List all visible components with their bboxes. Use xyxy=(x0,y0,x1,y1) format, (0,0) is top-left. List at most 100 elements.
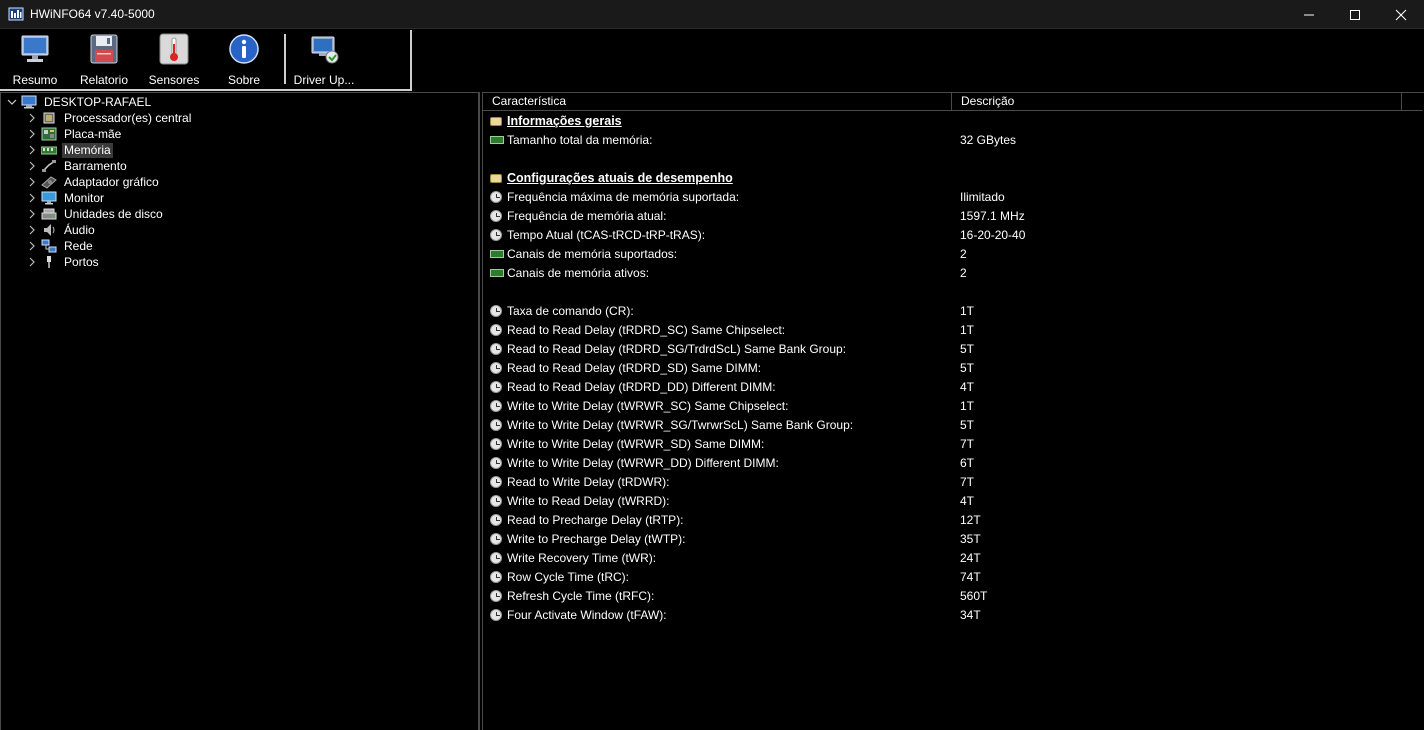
detail-row[interactable]: Taxa de comando (CR): 1T xyxy=(483,302,1423,321)
ram-icon xyxy=(490,136,504,144)
ram-icon xyxy=(490,250,504,258)
detail-row[interactable]: Write to Write Delay (tWRWR_DD) Differen… xyxy=(483,454,1423,473)
tree-item-memory[interactable]: Memória xyxy=(27,142,113,158)
expand-chevron-icon[interactable] xyxy=(27,158,37,174)
clock-icon xyxy=(490,438,502,450)
detail-row[interactable]: Row Cycle Time (tRC): 74T xyxy=(483,568,1423,587)
clock-icon xyxy=(490,476,502,488)
detail-row[interactable]: Read to Read Delay (tRDRD_SC) Same Chips… xyxy=(483,321,1423,340)
detail-row[interactable]: Read to Precharge Delay (tRTP): 12T xyxy=(483,511,1423,530)
detail-row[interactable]: Canais de memória suportados: 2 xyxy=(483,245,1423,264)
tree-item-gpu[interactable]: Adaptador gráfico xyxy=(27,174,161,190)
tree-item-monitor[interactable]: Monitor xyxy=(27,190,106,206)
column-header: Característica Descrição xyxy=(483,93,1423,111)
about-button[interactable]: Sobre xyxy=(209,32,279,88)
maximize-icon xyxy=(1350,9,1360,20)
clock-icon xyxy=(490,362,502,374)
clock-icon xyxy=(490,381,502,393)
clock-icon xyxy=(490,343,502,355)
expand-chevron-icon[interactable] xyxy=(27,126,37,142)
floppy-disk-icon xyxy=(88,33,120,65)
gpu-icon xyxy=(41,175,57,189)
clock-icon xyxy=(490,533,502,545)
tree-item-disk-drives[interactable]: Unidades de disco xyxy=(27,206,165,222)
minimize-button[interactable] xyxy=(1286,0,1332,29)
detail-row[interactable]: Write to Read Delay (tWRRD): 4T xyxy=(483,492,1423,511)
column-header-description[interactable]: Descrição xyxy=(952,93,1014,111)
detail-row[interactable]: Refresh Cycle Time (tRFC): 560T xyxy=(483,587,1423,606)
column-divider[interactable] xyxy=(1401,93,1402,111)
clock-icon xyxy=(490,210,502,222)
tree-item-bus[interactable]: Barramento xyxy=(27,158,129,174)
detail-row[interactable]: Write Recovery Time (tWR): 24T xyxy=(483,549,1423,568)
detail-row[interactable]: Frequência de memória atual: 1597.1 MHz xyxy=(483,207,1423,226)
ram-icon xyxy=(490,269,504,277)
detail-row[interactable]: Write to Write Delay (tWRWR_SD) Same DIM… xyxy=(483,435,1423,454)
speaker-icon xyxy=(41,223,57,237)
clock-icon xyxy=(490,324,502,336)
tree-item-ports[interactable]: Portos xyxy=(27,254,101,270)
clock-icon xyxy=(490,457,502,469)
close-icon xyxy=(1395,9,1407,20)
tree-item-network[interactable]: Rede xyxy=(27,238,95,254)
detail-row[interactable]: Write to Write Delay (tWRWR_SG/TwrwrScL)… xyxy=(483,416,1423,435)
clock-icon xyxy=(490,609,502,621)
clock-icon xyxy=(490,419,502,431)
expand-chevron-icon[interactable] xyxy=(27,206,37,222)
detail-row[interactable]: Four Activate Window (tFAW): 34T xyxy=(483,606,1423,625)
close-button[interactable] xyxy=(1378,0,1424,29)
title-bar: HWiNFO64 v7.40-5000 xyxy=(0,0,1424,29)
summary-button[interactable]: Resumo xyxy=(0,32,70,88)
thermometer-icon xyxy=(158,33,190,65)
detail-row[interactable]: Canais de memória ativos: 2 xyxy=(483,264,1423,283)
computer-icon xyxy=(21,95,37,109)
network-icon xyxy=(41,239,57,253)
clock-icon xyxy=(490,495,502,507)
section-icon xyxy=(490,174,502,183)
clock-icon xyxy=(490,229,502,241)
hwinfo-app-icon xyxy=(8,6,24,22)
detail-row[interactable]: Write to Write Delay (tWRWR_SC) Same Chi… xyxy=(483,397,1423,416)
expand-chevron-icon[interactable] xyxy=(27,142,37,158)
expand-chevron-icon[interactable] xyxy=(27,174,37,190)
cpu-icon xyxy=(41,111,57,125)
detail-row[interactable]: Tamanho total da memória: 32 GBytes xyxy=(483,131,1423,150)
clock-icon xyxy=(490,400,502,412)
motherboard-icon xyxy=(41,127,57,141)
tree-item-motherboard[interactable]: Placa-mãe xyxy=(27,126,123,142)
clock-icon xyxy=(490,590,502,602)
clock-icon xyxy=(490,305,502,317)
bus-icon xyxy=(41,159,57,173)
expand-chevron-icon[interactable] xyxy=(27,110,37,126)
clock-icon xyxy=(490,552,502,564)
expand-chevron-icon[interactable] xyxy=(27,238,37,254)
tree-item-cpu[interactable]: Processador(es) central xyxy=(27,110,193,126)
clock-icon xyxy=(490,514,502,526)
sensors-button[interactable]: Sensores xyxy=(139,32,209,88)
minimize-icon xyxy=(1304,14,1314,15)
maximize-button[interactable] xyxy=(1332,0,1378,29)
detail-row[interactable]: Read to Write Delay (tRDWR): 7T xyxy=(483,473,1423,492)
expand-chevron-icon[interactable] xyxy=(27,190,37,206)
driver-update-button[interactable]: Driver Up... xyxy=(289,32,359,88)
tree-item-audio[interactable]: Áudio xyxy=(27,222,97,238)
detail-row[interactable]: Read to Read Delay (tRDRD_SG/TrdrdScL) S… xyxy=(483,340,1423,359)
tree-root[interactable]: DESKTOP-RAFAEL xyxy=(7,94,153,110)
info-icon xyxy=(228,33,260,65)
detail-row[interactable]: Read to Read Delay (tRDRD_DD) Different … xyxy=(483,378,1423,397)
column-header-feature[interactable]: Característica xyxy=(483,93,566,111)
section-header-performance[interactable]: Configurações atuais de desempenho xyxy=(483,169,1423,188)
section-icon xyxy=(490,117,502,126)
expand-chevron-icon[interactable] xyxy=(27,222,37,238)
detail-row[interactable]: Tempo Atual (tCAS-tRCD-tRP-tRAS): 16-20-… xyxy=(483,226,1423,245)
device-tree: DESKTOP-RAFAEL Processador(es) central P… xyxy=(0,92,480,730)
collapse-chevron-icon[interactable] xyxy=(7,94,17,110)
detail-row[interactable]: Frequência máxima de memória suportada: … xyxy=(483,188,1423,207)
detail-row[interactable]: Read to Read Delay (tRDRD_SD) Same DIMM:… xyxy=(483,359,1423,378)
section-header-general[interactable]: Informações gerais xyxy=(483,112,1423,131)
monitor-icon xyxy=(41,191,57,205)
toolbar-separator xyxy=(284,34,286,84)
detail-row[interactable]: Write to Precharge Delay (tWTP): 35T xyxy=(483,530,1423,549)
expand-chevron-icon[interactable] xyxy=(27,254,37,270)
report-button[interactable]: Relatorio xyxy=(69,32,139,88)
